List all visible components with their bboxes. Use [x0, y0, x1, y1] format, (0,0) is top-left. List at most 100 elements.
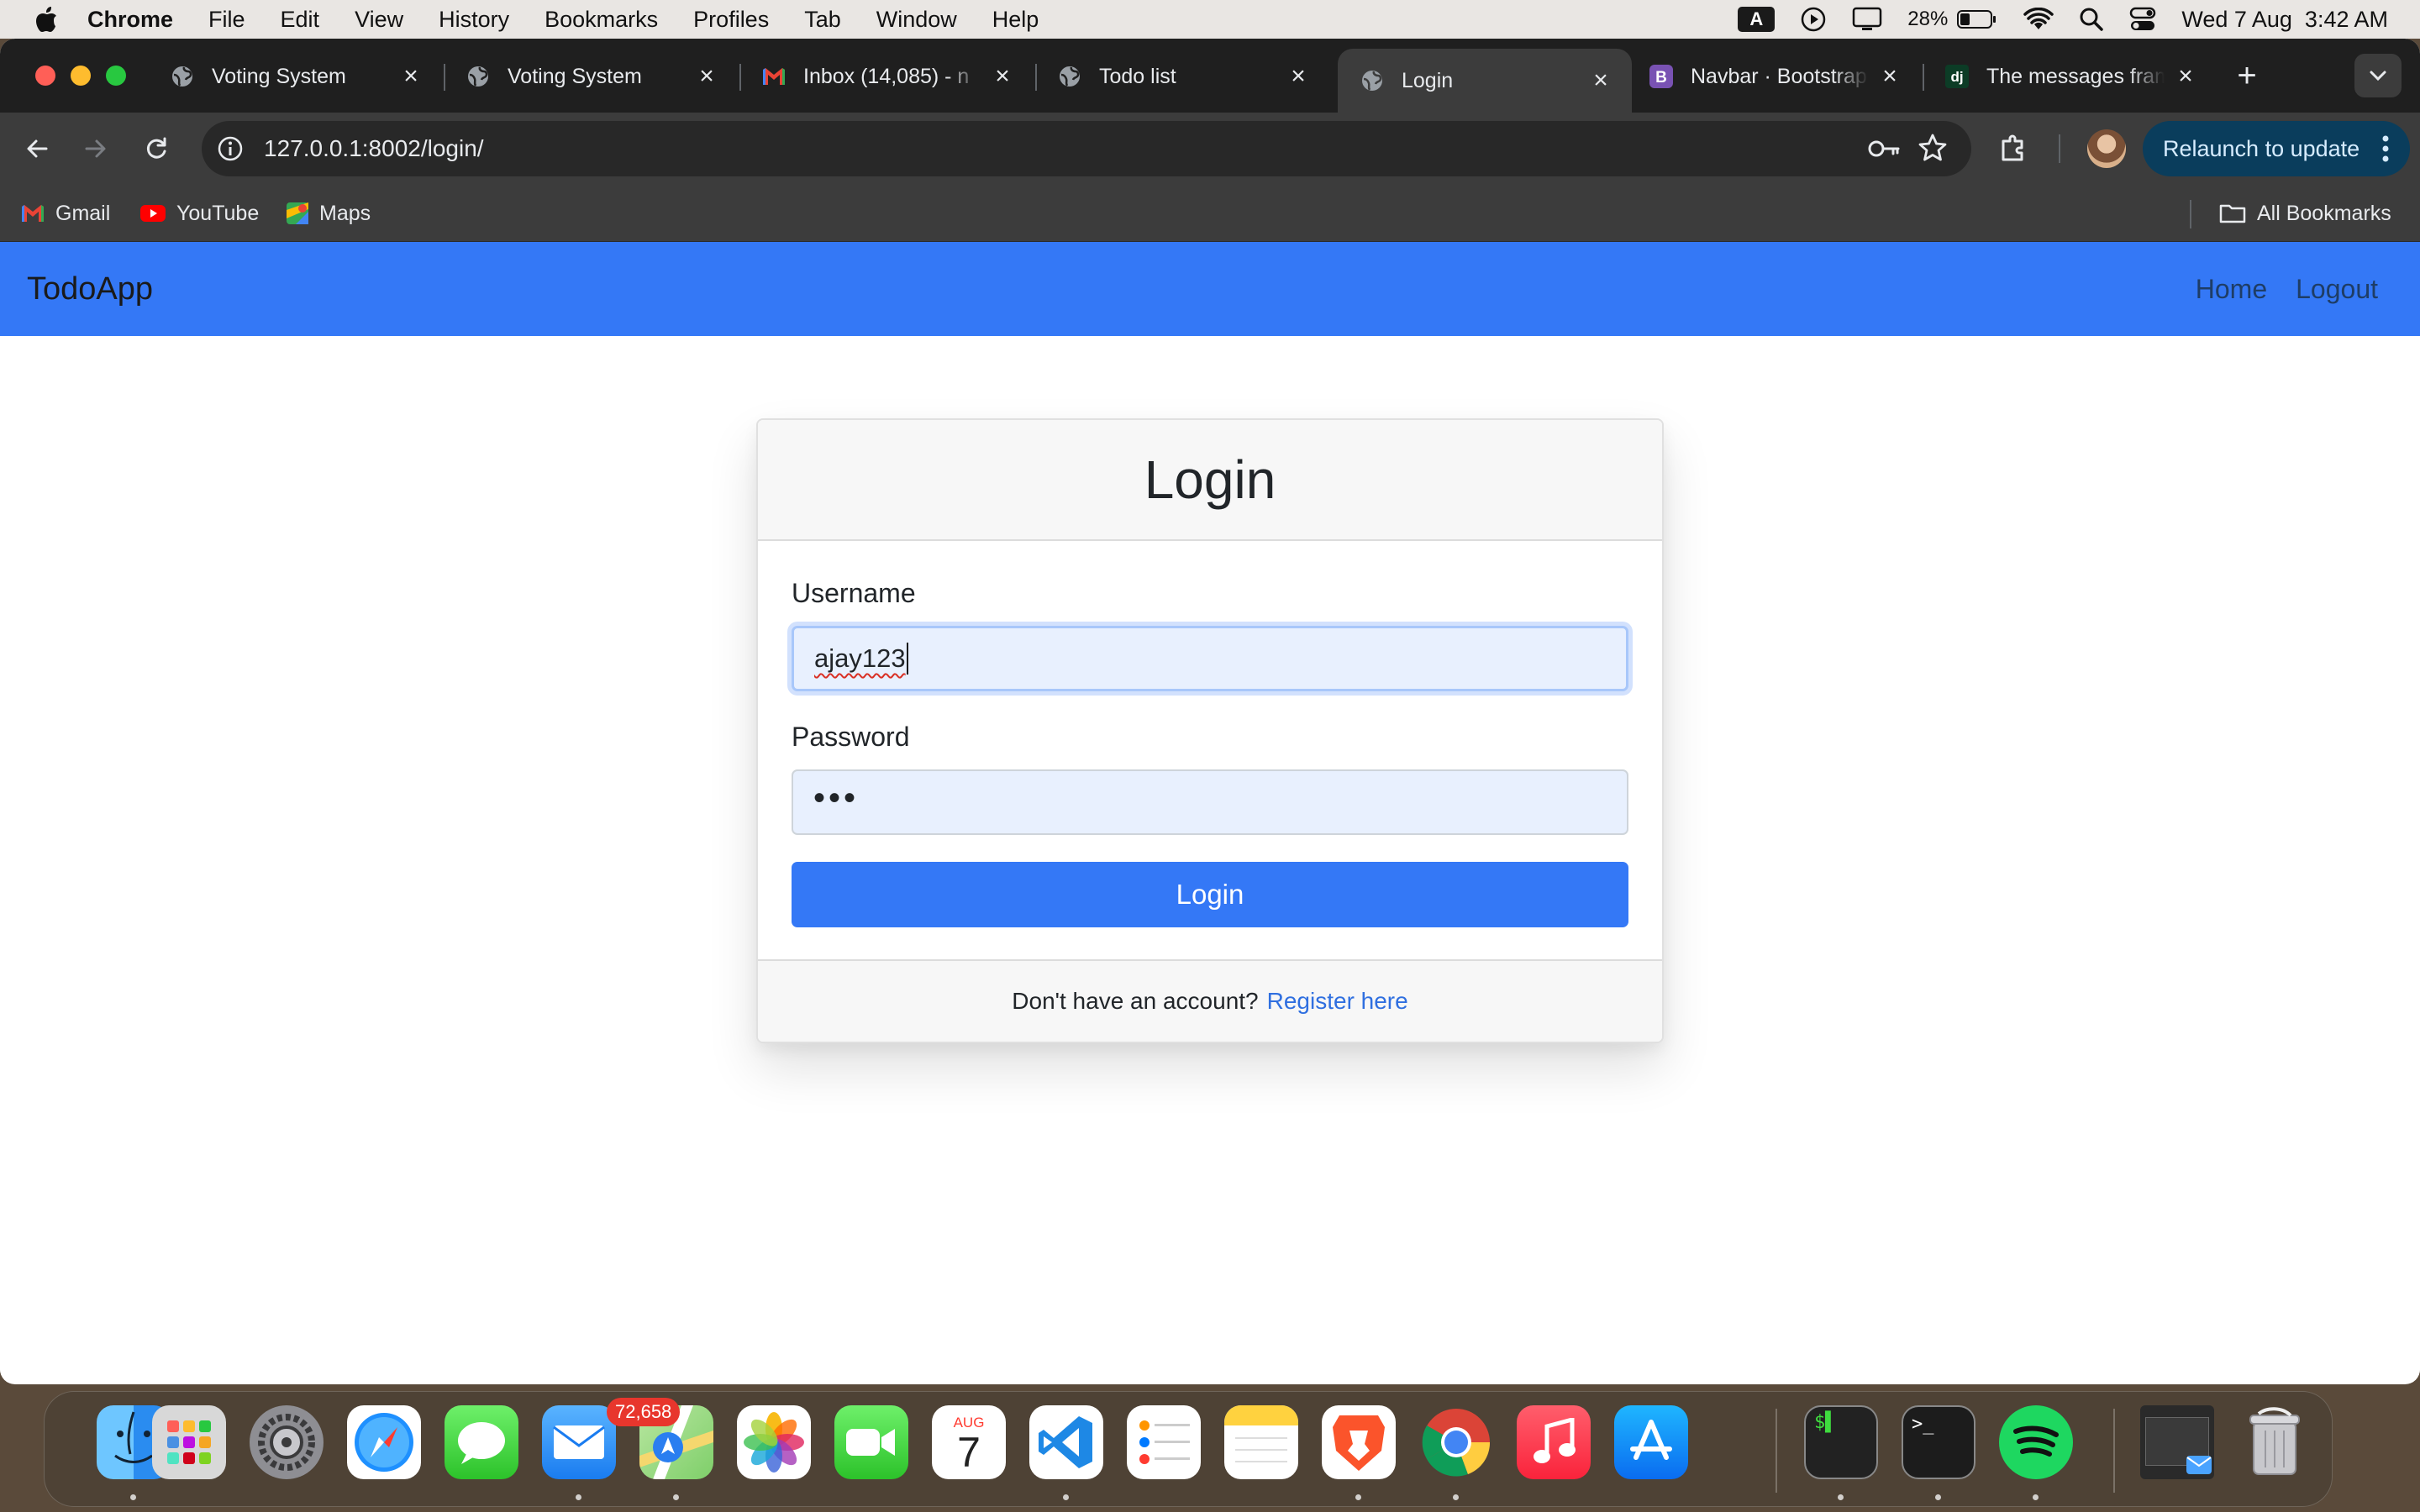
display-icon[interactable]: [1852, 7, 1882, 32]
all-bookmarks-label: All Bookmarks: [2257, 201, 2391, 225]
menu-window[interactable]: Window: [876, 7, 957, 33]
close-tab-icon[interactable]: ×: [398, 62, 424, 90]
close-tab-icon[interactable]: ×: [694, 62, 719, 90]
reminders-icon[interactable]: [1127, 1405, 1201, 1479]
calendar-day: 7: [957, 1429, 981, 1476]
tab-title: Voting System: [212, 64, 346, 88]
fullscreen-window-button[interactable]: [106, 66, 126, 86]
menu-profiles[interactable]: Profiles: [693, 7, 769, 33]
control-center-icon[interactable]: [2129, 7, 2156, 32]
tab-search-button[interactable]: [2354, 54, 2402, 97]
notes-icon[interactable]: [1224, 1405, 1298, 1479]
battery-icon[interactable]: [1956, 8, 1998, 30]
tab-login-active[interactable]: Login ×: [1338, 49, 1632, 113]
extensions-icon[interactable]: [1996, 131, 2030, 169]
safari-icon[interactable]: [347, 1405, 421, 1479]
menu-view[interactable]: View: [355, 7, 403, 33]
bootstrap-icon: B: [1649, 64, 1674, 89]
bookmark-star-icon[interactable]: [1918, 133, 1948, 167]
django-icon: dj: [1944, 64, 1970, 89]
more-menu-icon[interactable]: [2381, 134, 2390, 170]
username-label: Username: [792, 578, 916, 608]
tab-voting-system-2[interactable]: Voting System ×: [444, 49, 738, 104]
launchpad-icon[interactable]: [152, 1405, 226, 1479]
spotify-icon[interactable]: [1999, 1405, 2073, 1479]
back-button[interactable]: [18, 130, 55, 167]
messages-icon[interactable]: [445, 1405, 518, 1479]
vscode-icon[interactable]: [1029, 1405, 1103, 1479]
menubar-clock[interactable]: Wed 7 Aug 3:42 AM: [2181, 7, 2388, 33]
new-tab-button[interactable]: +: [2228, 57, 2265, 94]
chrome-icon[interactable]: [1419, 1405, 1493, 1479]
reload-button[interactable]: [138, 130, 175, 167]
address-bar[interactable]: 127.0.0.1:8002/login/: [202, 121, 1971, 176]
mail-icon[interactable]: [542, 1405, 616, 1479]
brave-icon[interactable]: [1322, 1405, 1396, 1479]
tab-todo-list[interactable]: Todo list ×: [1035, 49, 1329, 104]
login-form: Username ajay123 Password ••• Login: [758, 541, 1662, 963]
register-link[interactable]: Register here: [1267, 988, 1408, 1015]
folder-icon: [2219, 204, 2246, 223]
close-window-button[interactable]: [35, 66, 55, 86]
login-card: Login Username ajay123 Password ••• Logi…: [756, 418, 1664, 1043]
login-title: Login: [1144, 449, 1276, 510]
minimized-window-icon[interactable]: [2140, 1405, 2214, 1479]
profile-avatar[interactable]: [2087, 129, 2126, 168]
arrow-left-icon: [27, 139, 48, 158]
close-tab-icon[interactable]: ×: [1286, 62, 1311, 90]
tab-title: Navbar · Bootstrap: [1691, 64, 1867, 88]
forward-button[interactable]: [77, 130, 114, 167]
youtube-icon: [140, 205, 166, 222]
tab-title: Voting System: [508, 64, 642, 88]
close-tab-icon[interactable]: ×: [2173, 62, 2198, 90]
all-bookmarks-button[interactable]: All Bookmarks: [2218, 200, 2391, 227]
apple-menu-icon[interactable]: [34, 5, 59, 34]
tab-django-messages[interactable]: dj The messages fram ×: [1923, 49, 2217, 104]
calendar-icon[interactable]: AUG 7: [932, 1405, 1006, 1479]
svg-text:B: B: [1655, 69, 1667, 87]
facetime-icon[interactable]: [834, 1405, 908, 1479]
close-tab-icon[interactable]: ×: [1877, 62, 1902, 90]
nav-link-home[interactable]: Home: [2196, 274, 2267, 305]
play-icon[interactable]: [1800, 6, 1827, 33]
menu-bookmarks[interactable]: Bookmarks: [544, 7, 658, 33]
menu-app-name[interactable]: Chrome: [87, 7, 173, 33]
relaunch-to-update-button[interactable]: Relaunch to update: [2143, 121, 2410, 176]
tab-navbar-bootstrap[interactable]: B Navbar · Bootstrap ×: [1627, 49, 1921, 104]
password-input[interactable]: •••: [792, 769, 1628, 835]
menu-edit[interactable]: Edit: [281, 7, 320, 33]
username-input[interactable]: ajay123: [792, 626, 1628, 691]
system-settings-icon[interactable]: [250, 1405, 324, 1479]
url-text[interactable]: 127.0.0.1:8002/login/: [264, 135, 484, 162]
wifi-icon[interactable]: [2023, 8, 2054, 31]
chevron-down-icon: [2370, 71, 2386, 81]
minimize-window-button[interactable]: [71, 66, 91, 86]
login-submit-button[interactable]: Login: [792, 862, 1628, 927]
music-icon[interactable]: [1517, 1405, 1591, 1479]
terminal-icon[interactable]: >_: [1902, 1405, 1975, 1479]
site-info-icon[interactable]: [215, 134, 245, 164]
password-key-icon[interactable]: [1867, 134, 1901, 168]
iterm-icon[interactable]: $▌: [1804, 1405, 1878, 1479]
mail-unread-badge: 72,658: [607, 1398, 681, 1426]
menu-history[interactable]: History: [439, 7, 509, 33]
menu-file[interactable]: File: [208, 7, 245, 33]
navbar-brand[interactable]: TodoApp: [27, 271, 153, 307]
password-value: •••: [813, 780, 860, 816]
close-tab-icon[interactable]: ×: [1588, 66, 1613, 94]
bookmark-youtube[interactable]: YouTube: [139, 200, 259, 227]
trash-icon[interactable]: [2238, 1405, 2312, 1479]
app-store-icon[interactable]: [1614, 1405, 1688, 1479]
close-tab-icon[interactable]: ×: [990, 62, 1015, 90]
menu-tab[interactable]: Tab: [804, 7, 841, 33]
bookmark-maps[interactable]: Maps: [286, 200, 371, 227]
nav-link-logout[interactable]: Logout: [2296, 274, 2378, 305]
spotlight-search-icon[interactable]: [2079, 7, 2104, 32]
bookmark-gmail[interactable]: Gmail: [20, 200, 110, 227]
input-source-icon[interactable]: A: [1738, 7, 1776, 32]
photos-icon[interactable]: [737, 1405, 811, 1479]
tab-voting-system-1[interactable]: Voting System ×: [148, 49, 442, 104]
tab-title: The messages fram: [1986, 64, 2165, 88]
tab-inbox[interactable]: Inbox (14,085) - n ×: [739, 49, 1034, 104]
menu-help[interactable]: Help: [992, 7, 1039, 33]
